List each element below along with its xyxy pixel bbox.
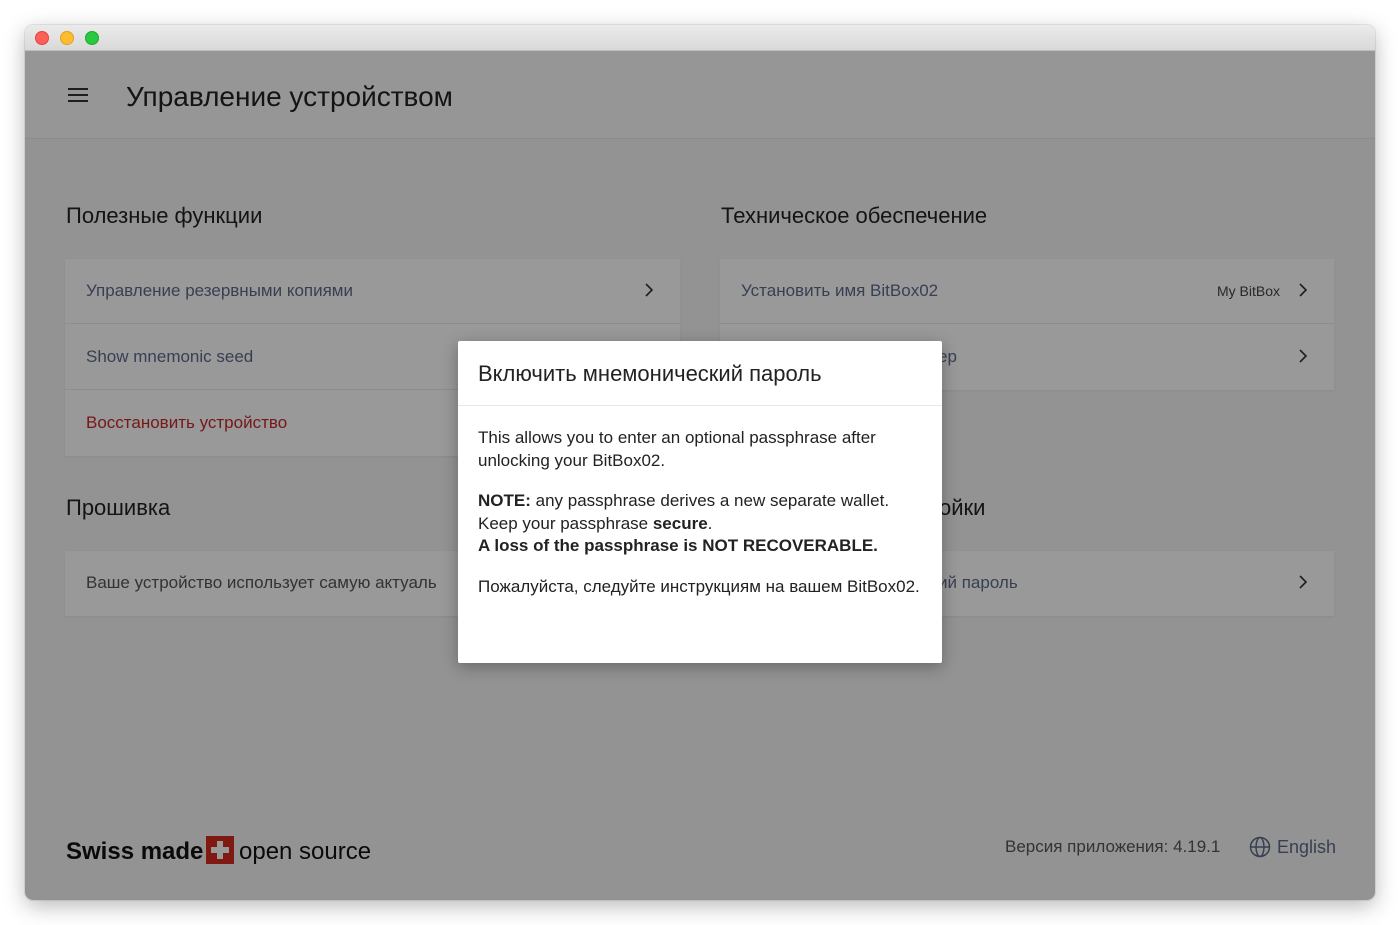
window-titlebar	[25, 25, 1375, 51]
keep-period: .	[707, 513, 713, 533]
app-window: Управление устройством Полезные функции …	[25, 25, 1375, 900]
dialog-header: Включить мнемонический пароль	[458, 341, 942, 406]
dialog-body: This allows you to enter an optional pas…	[478, 427, 926, 616]
dialog-intro: This allows you to enter an optional pas…	[478, 428, 876, 470]
loss-warning: A loss of the passphrase is NOT RECOVERA…	[478, 536, 878, 555]
secure-word: secure	[652, 513, 708, 533]
maximize-window-button[interactable]	[85, 31, 99, 45]
app-content: Управление устройством Полезные функции …	[25, 51, 1375, 900]
minimize-window-button[interactable]	[60, 31, 74, 45]
note-label: NOTE:	[478, 491, 531, 510]
keep-text: Keep your passphrase	[478, 513, 653, 533]
dialog-title: Включить мнемонический пароль	[478, 361, 822, 386]
passphrase-dialog: Включить мнемонический пароль This allow…	[458, 341, 942, 663]
dialog-instructions: Пожалуйста, следуйте инструкциям на ваше…	[478, 576, 920, 596]
dialog-note: NOTE: any passphrase derives a new separ…	[478, 490, 926, 558]
close-window-button[interactable]	[35, 31, 49, 45]
note-text: any passphrase derives a new separate wa…	[530, 491, 890, 510]
